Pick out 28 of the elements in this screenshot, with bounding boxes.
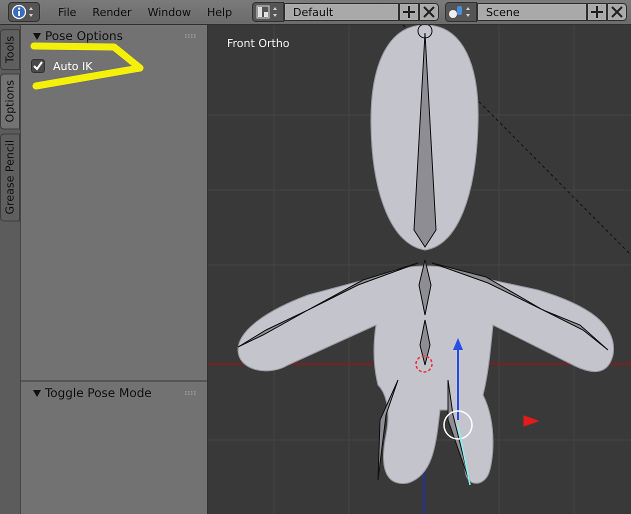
flag-icon: [524, 416, 540, 426]
3d-cursor-icon: [415, 355, 433, 373]
3d-viewport[interactable]: Front Ortho: [208, 25, 631, 514]
add-icon[interactable]: [587, 3, 608, 21]
panel-title[interactable]: Pose Options: [45, 29, 181, 43]
menu-item[interactable]: Window: [140, 6, 199, 18]
checkbox-label: Auto IK: [53, 60, 92, 72]
scene-icon[interactable]: [445, 2, 478, 22]
editor-type-button[interactable]: [8, 2, 40, 22]
checkbox[interactable]: [31, 59, 45, 73]
panel-title[interactable]: Toggle Pose Mode: [45, 386, 181, 400]
add-icon[interactable]: [399, 3, 420, 21]
menu-item[interactable]: Render: [84, 6, 140, 18]
close-icon[interactable]: [419, 3, 440, 21]
disclosure-triangle-icon[interactable]: [33, 32, 41, 40]
disclosure-triangle-icon[interactable]: [33, 389, 41, 397]
drag-handle-icon[interactable]: [185, 34, 197, 38]
view-label: Front Ortho: [227, 37, 290, 50]
close-icon[interactable]: [607, 3, 628, 21]
menu-item[interactable]: Help: [198, 6, 240, 18]
tab[interactable]: Tools: [0, 29, 20, 70]
tab[interactable]: Grease Pencil: [0, 132, 20, 222]
layout-field[interactable]: Default: [284, 3, 400, 21]
drag-handle-icon[interactable]: [185, 391, 197, 395]
tab[interactable]: Options: [0, 73, 20, 130]
scene-field[interactable]: Scene: [477, 3, 588, 21]
layout-icon[interactable]: [252, 2, 284, 22]
menu-item[interactable]: File: [50, 6, 84, 18]
